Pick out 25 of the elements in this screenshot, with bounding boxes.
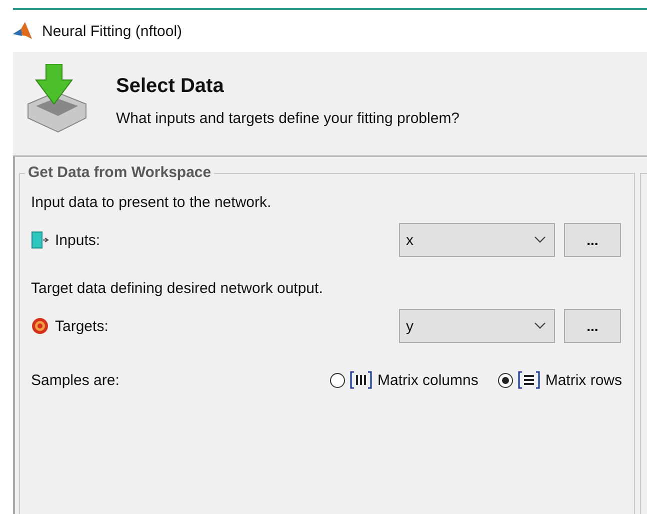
samples-label: Samples are: [31, 372, 120, 388]
chevron-down-icon [534, 236, 546, 244]
dropdown[interactable]: x [399, 223, 555, 257]
chevron-down-icon [534, 322, 546, 330]
download-tray-icon [26, 64, 88, 134]
dropdown[interactable]: y [399, 309, 555, 343]
app-logo-icon [13, 22, 33, 40]
radio-button[interactable] [330, 372, 346, 388]
matrix-columns-icon [350, 371, 372, 389]
option-label: Matrix rows [545, 372, 622, 388]
radio-button[interactable] [498, 372, 514, 388]
group-title: Get Data from Workspace [25, 164, 214, 181]
browse-button[interactable]: ... [564, 309, 621, 343]
field-label: Targets: [55, 318, 110, 334]
browse-button[interactable]: ... [564, 223, 621, 257]
target-icon [31, 317, 49, 335]
field-description: Target data defining desired network output. [31, 280, 324, 299]
door-arrow-icon [31, 231, 49, 249]
option-label: Matrix columns [377, 372, 478, 388]
page-title: Select Data [116, 75, 225, 98]
matrix-rows-icon [518, 371, 540, 389]
field-description: Input data to present to the network. [31, 194, 272, 213]
window-title: Neural Fitting (nftool) [42, 22, 182, 40]
page-subtitle: What inputs and targets define your fitting problem? [116, 110, 460, 127]
field-label: Inputs: [55, 232, 102, 248]
